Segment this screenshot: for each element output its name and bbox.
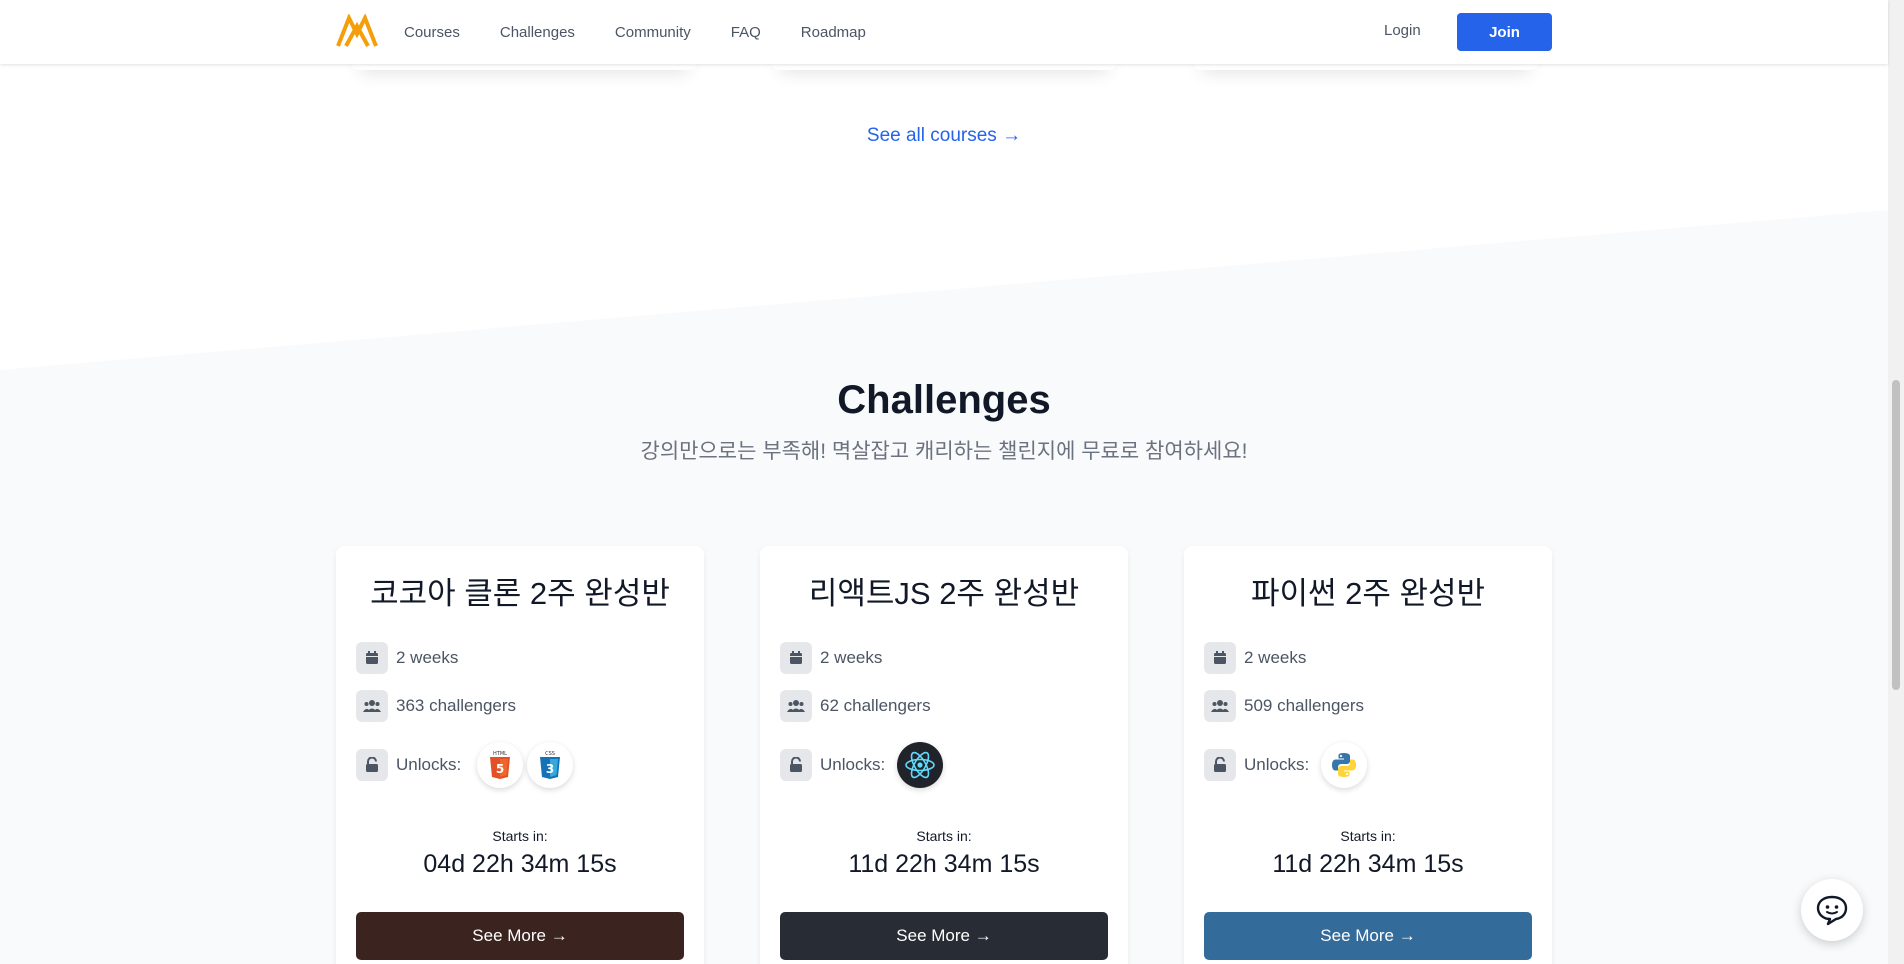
svg-text:HTML: HTML [493, 751, 507, 757]
nav-community[interactable]: Community [615, 24, 691, 41]
challenge-title: 리액트JS 2주 완성반 [808, 576, 1080, 611]
duration-row: 2 weeks [356, 642, 458, 674]
countdown-timer: 11d 22h 34m 15s [1272, 850, 1464, 878]
unlocks-row: Unlocks: [1204, 742, 1368, 788]
unlocks-label: Unlocks: [1244, 755, 1310, 774]
nav-roadmap[interactable]: Roadmap [801, 24, 866, 41]
nav-challenges[interactable]: Challenges [500, 24, 575, 41]
calendar-icon [1204, 642, 1236, 674]
calendar-icon [780, 642, 812, 674]
svg-text:5: 5 [496, 762, 504, 776]
lock-icon [1204, 749, 1236, 781]
calendar-icon [356, 642, 388, 674]
starts-in-label: Starts in: [1340, 828, 1396, 844]
page-scrollbar[interactable] [1888, 0, 1904, 964]
unlocks-label: Unlocks: [396, 755, 462, 774]
svg-text:CSS: CSS [545, 751, 555, 757]
main-nav: Courses Challenges Community FAQ Roadmap [404, 0, 906, 64]
challenge-card: 리액트JS 2주 완성반 2 weeks 62 challengers Unlo… [760, 546, 1128, 964]
lock-icon [780, 749, 812, 781]
html5-icon[interactable]: HTML 5 [477, 742, 524, 788]
css3-icon[interactable]: CSS 3 [527, 742, 574, 788]
chat-button[interactable] [1801, 879, 1863, 941]
users-icon [356, 690, 388, 722]
starts-in-label: Starts in: [916, 828, 972, 844]
unlocks-row: Unlocks: [780, 742, 944, 788]
see-more-button[interactable]: See More → [356, 912, 684, 960]
challengers-row: 509 challengers [1204, 690, 1364, 722]
login-link[interactable]: Login [1384, 22, 1421, 39]
duration-row: 2 weeks [780, 642, 882, 674]
unlocks-row: Unlocks: HTML 5 CSS 3 [356, 742, 574, 788]
challenge-title: 파이썬 2주 완성반 [1250, 576, 1486, 611]
duration-text: 2 weeks [396, 648, 459, 667]
python-icon[interactable] [1321, 742, 1368, 788]
react-icon[interactable] [897, 742, 944, 788]
challenges-title: Challenges [837, 378, 1051, 422]
join-button[interactable]: Join [1457, 13, 1552, 51]
users-icon [780, 690, 812, 722]
nav-faq[interactable]: FAQ [731, 24, 761, 41]
challengers-row: 363 challengers [356, 690, 516, 722]
see-more-button[interactable]: See More → [780, 912, 1108, 960]
see-more-button[interactable]: See More → [1204, 912, 1532, 960]
challenge-card: 코코아 클론 2주 완성반 2 weeks 363 challengers Un… [336, 546, 704, 964]
duration-text: 2 weeks [820, 648, 883, 667]
nomad-logo-icon[interactable] [336, 14, 378, 48]
nav-courses[interactable]: Courses [404, 24, 460, 41]
countdown-timer: 11d 22h 34m 15s [848, 850, 1040, 878]
challengers-text: 509 challengers [1244, 696, 1365, 715]
countdown-timer: 04d 22h 34m 15s [423, 850, 617, 878]
scrollbar-thumb[interactable] [1892, 380, 1900, 690]
svg-text:3: 3 [546, 762, 554, 776]
challengers-row: 62 challengers [780, 690, 931, 722]
duration-row: 2 weeks [1204, 642, 1306, 674]
challengers-text: 62 challengers [820, 696, 931, 715]
unlocks-label: Unlocks: [820, 755, 886, 774]
users-icon [1204, 690, 1236, 722]
duration-text: 2 weeks [1244, 648, 1307, 667]
site-header: Courses Challenges Community FAQ Roadmap… [0, 0, 1888, 64]
challenge-title: 코코아 클론 2주 완성반 [370, 576, 670, 611]
starts-in-label: Starts in: [492, 828, 548, 844]
challengers-text: 363 challengers [396, 696, 517, 715]
challenges-subtitle: 강의만으로는 부족해! 멱살잡고 캐리하는 챌린지에 무료로 참여하세요! [640, 440, 1248, 463]
chat-icon [1816, 895, 1848, 926]
see-all-courses-link[interactable]: See all courses → [0, 125, 1888, 147]
lock-icon [356, 749, 388, 781]
challenge-card: 파이썬 2주 완성반 2 weeks 509 challengers Unloc… [1184, 546, 1552, 964]
